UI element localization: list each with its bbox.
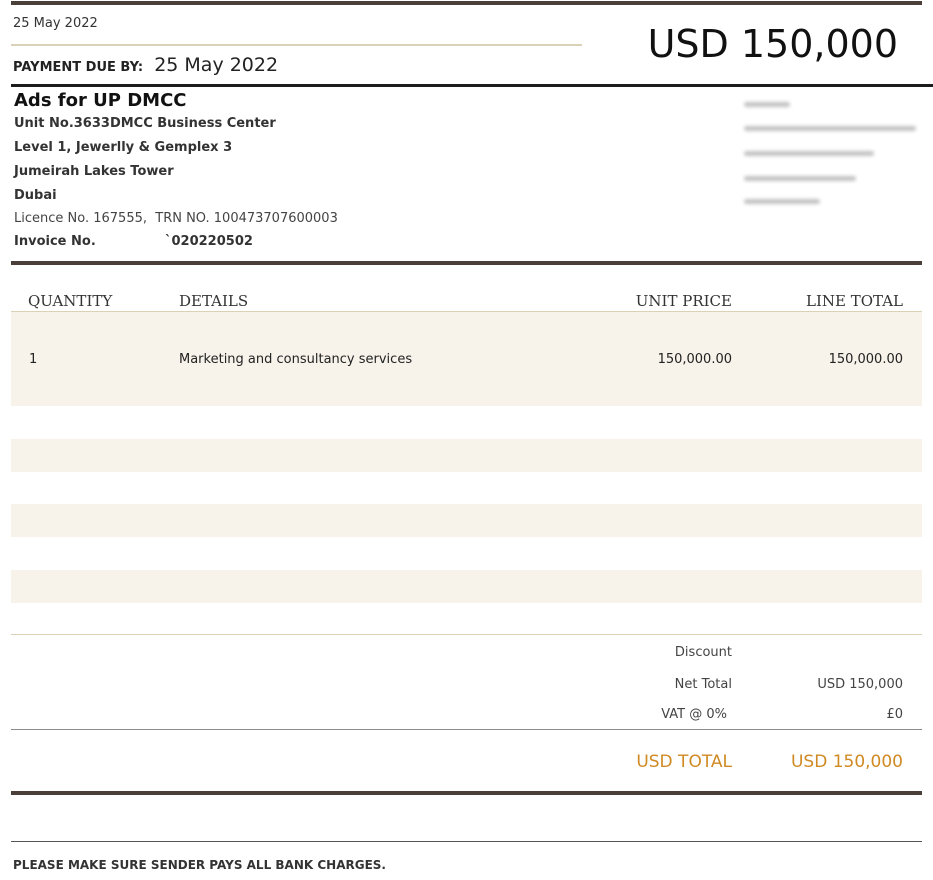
licence-line: Licence No. 167555, TRN NO. 100473707600… (14, 211, 338, 226)
redacted-line (744, 126, 916, 131)
redacted-line (744, 151, 874, 156)
table-row-empty (11, 570, 922, 603)
row-quantity: 1 (29, 352, 38, 367)
column-header-quantity: QUANTITY (28, 292, 113, 310)
discount-label: Discount (674, 645, 732, 660)
sender-address-line: Jumeirah Lakes Tower (14, 164, 174, 179)
column-header-line-total: LINE TOTAL (805, 292, 903, 310)
table-top-rule (11, 261, 922, 265)
table-row-empty (11, 439, 922, 472)
row-unit-price: 150,000.00 (657, 352, 732, 367)
payment-due-date: 25 May 2022 (154, 54, 279, 76)
invoice-date: 25 May 2022 (13, 16, 98, 31)
header-rule (11, 84, 933, 87)
column-header-unit-price: UNIT PRICE (635, 292, 732, 310)
invoice-number: `020220502 (165, 234, 253, 249)
column-header-details: DETAILS (179, 292, 249, 310)
row-details: Marketing and consultancy services (179, 352, 413, 367)
vat-label: VAT @ 0% (661, 707, 727, 722)
row-line-total: 150,000.00 (828, 352, 903, 367)
sender-name: Ads for UP DMCC (14, 90, 187, 111)
usd-total-label: USD TOTAL (636, 752, 732, 772)
top-rule (11, 1, 922, 5)
amount-due: USD 150,000 (647, 22, 898, 66)
footer-note: PLEASE MAKE SURE SENDER PAYS ALL BANK CH… (13, 858, 386, 872)
usd-total-value: USD 150,000 (790, 752, 903, 772)
invoice-label: Invoice No. (14, 234, 96, 249)
invoice-page: 25 May 2022 PAYMENT DUE BY: 25 May 2022 … (0, 0, 933, 880)
net-total-value: USD 150,000 (817, 677, 903, 692)
sender-address-line: Unit No.3633DMCC Business Center (14, 116, 276, 131)
vat-value: £0 (886, 707, 903, 722)
redacted-line (744, 199, 820, 204)
footer-rule (11, 841, 922, 842)
totals-bottom-rule (11, 791, 922, 795)
summary-divider (11, 729, 922, 730)
payment-due: PAYMENT DUE BY: 25 May 2022 (13, 54, 278, 76)
net-total-label: Net Total (674, 677, 732, 692)
payment-due-label: PAYMENT DUE BY: (13, 60, 144, 75)
redacted-line (744, 176, 856, 181)
recipient-redacted (740, 96, 925, 216)
table-row-empty (11, 504, 922, 537)
sender-address-line: Dubai (14, 188, 57, 203)
table-bottom-divider (11, 634, 922, 635)
sender-address-line: Level 1, Jewerlly & Gemplex 3 (14, 140, 233, 155)
redacted-line (744, 102, 790, 107)
date-divider (11, 44, 582, 46)
